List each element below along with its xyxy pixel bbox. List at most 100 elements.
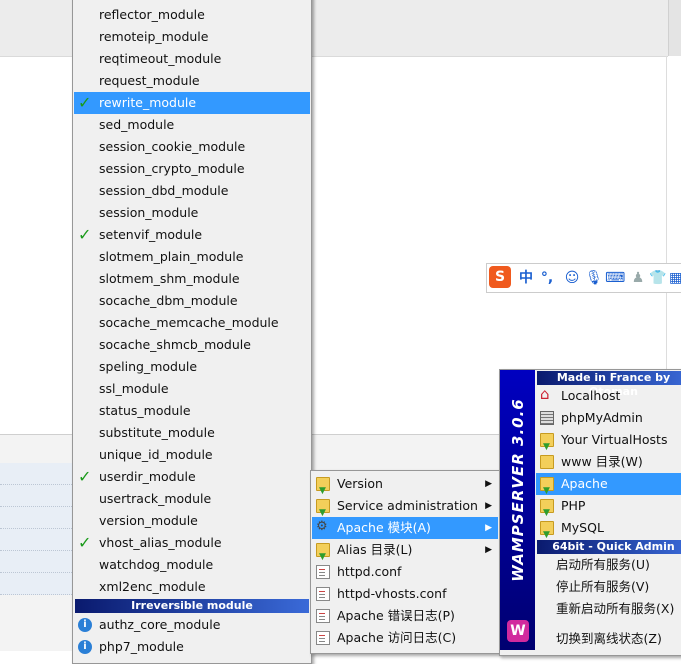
quick-admin-header: 64bit - Quick Admin (537, 540, 681, 554)
module-item-socache-shmcb-module[interactable]: socache_shmcb_module (74, 334, 310, 356)
wamp-menu-item-3-label: www 目录(W) (561, 454, 643, 469)
module-item-unique-id-module[interactable]: unique_id_module (74, 444, 310, 466)
sogou-logo-icon[interactable]: S (489, 266, 511, 288)
folder-arrow-icon: ▼ (316, 543, 330, 562)
wamp-menu-item-1[interactable]: phpMyAdmin (536, 407, 681, 429)
wamp-admin-item-1-label: 停止所有服务(V) (556, 579, 650, 594)
module-item-setenvif-module[interactable]: setenvif_module ✓ (74, 224, 310, 246)
module-item-socache-shmcb-module-label: socache_shmcb_module (99, 337, 251, 352)
module-item-reflector-module[interactable]: reflector_module (74, 4, 310, 26)
wamp-admin-item-3[interactable]: 切换到离线状态(Z) (536, 628, 681, 650)
module-item-speling-module[interactable]: speling_module (74, 356, 310, 378)
module-item-rewrite-module[interactable]: rewrite_module ✓ (74, 92, 310, 114)
module-item-slotmem-plain-module[interactable]: slotmem_plain_module (74, 246, 310, 268)
module-item-reqtimeout-module-label: reqtimeout_module (99, 51, 222, 66)
module-item-sed-module[interactable]: sed_module (74, 114, 310, 136)
module-item-usertrack-module[interactable]: usertrack_module (74, 488, 310, 510)
module-item-socache-dbm-module[interactable]: socache_dbm_module (74, 290, 310, 312)
module-item-socache-dbm-module-label: socache_dbm_module (99, 293, 238, 308)
module-item-request-module-label: request_module (99, 73, 200, 88)
wamp-menu-item-6-label: MySQL (561, 520, 604, 535)
wamp-admin-item-1[interactable]: 停止所有服务(V) (536, 576, 681, 598)
apache-menu-item-6[interactable]: Apache 错误日志(P) (312, 605, 498, 627)
module-item-status-module[interactable]: status_module (74, 400, 310, 422)
module-item-session-cookie-module-label: session_cookie_module (99, 139, 246, 154)
document-icon (316, 631, 330, 645)
module-item-socache-memcache-module[interactable]: socache_memcache_module (74, 312, 310, 334)
module-item-watchdog-module[interactable]: watchdog_module (74, 554, 310, 576)
module-item-ssl-module[interactable]: ssl_module (74, 378, 310, 400)
module-item-vhost-alias-module[interactable]: vhost_alias_module ✓ (74, 532, 310, 554)
wamp-menu-item-2-label: Your VirtualHosts (561, 432, 668, 447)
folder-arrow-icon: ▼ (540, 521, 554, 540)
module-item-substitute-module-label: substitute_module (99, 425, 215, 440)
wamp-sidebar-title: WAMPSERVER 3.0.6 (500, 370, 535, 610)
emoji-icon[interactable]: ☺ (563, 268, 581, 288)
ime-punct-toggle[interactable]: °, (539, 268, 555, 288)
module-item-status-module-label: status_module (99, 403, 191, 418)
wamp-logo-icon: W (507, 620, 529, 642)
module-item-slotmem-plain-module-label: slotmem_plain_module (99, 249, 244, 264)
module-item-ssl-module-label: ssl_module (99, 381, 169, 396)
background-row (0, 463, 72, 485)
apache-menu-item-4-label: httpd.conf (337, 564, 402, 579)
apache-menu-item-0[interactable]: ▼ Version ▶ (312, 473, 498, 496)
submenu-arrow-icon: ▶ (485, 523, 492, 533)
apache-menu-item-7[interactable]: Apache 访问日志(C) (312, 627, 498, 649)
wamp-admin-item-2[interactable]: 重新启动所有服务(X) (536, 598, 681, 620)
wamp-menu-item-4[interactable]: ▼ Apache (536, 473, 681, 496)
irreversible-item-php7-module[interactable]: i php7_module (74, 636, 310, 658)
module-item-session-cookie-module[interactable]: session_cookie_module (74, 136, 310, 158)
folder-arrow-icon: ▼ (540, 477, 554, 496)
module-item-xml2enc-module[interactable]: xml2enc_module (74, 576, 310, 598)
shirt-icon[interactable]: 👕 (649, 268, 666, 288)
module-item-watchdog-module-label: watchdog_module (99, 557, 214, 572)
module-item-request-module[interactable]: request_module (74, 70, 310, 92)
wamp-menu-item-5[interactable]: ▼ PHP (536, 495, 681, 518)
wamp-menu-item-2[interactable]: ▼ Your VirtualHosts (536, 429, 681, 452)
folder-arrow-icon: ▼ (540, 433, 554, 452)
grid-icon[interactable]: ▦ (669, 268, 681, 288)
module-item-substitute-module[interactable]: substitute_module (74, 422, 310, 444)
module-item-userdir-module-label: userdir_module (99, 469, 196, 484)
keyboard-icon[interactable]: ⌨ (605, 268, 625, 288)
apache-menu-item-3[interactable]: ▼ Alias 目录(L) ▶ (312, 539, 498, 562)
module-item-userdir-module[interactable]: userdir_module ✓ (74, 466, 310, 488)
ime-mode-toggle[interactable]: 中 (517, 268, 535, 288)
wamp-menu-item-1-label: phpMyAdmin (561, 410, 643, 425)
module-item-session-dbd-module-label: session_dbd_module (99, 183, 229, 198)
wamp-admin-item-2-label: 重新启动所有服务(X) (556, 601, 675, 616)
wamp-menu-item-6[interactable]: ▼ MySQL (536, 517, 681, 540)
wamp-menu-item-4-label: Apache (561, 476, 608, 491)
wamp-menu-item-5-label: PHP (561, 498, 586, 513)
background-row (0, 507, 72, 529)
apache-menu-item-5-label: httpd-vhosts.conf (337, 586, 447, 601)
module-item-reqtimeout-module[interactable]: reqtimeout_module (74, 48, 310, 70)
module-item-remoteip-module[interactable]: remoteip_module (74, 26, 310, 48)
module-item-session-dbd-module[interactable]: session_dbd_module (74, 180, 310, 202)
irreversible-item-authz-core-module[interactable]: i authz_core_module (74, 614, 310, 636)
background-scrollbar[interactable] (668, 0, 681, 56)
irreversible-item-authz-core-module-label: authz_core_module (99, 617, 221, 632)
apache-submenu: ▼ Version ▶ ▼ Service administration ▶ ⚙ Apache… (310, 470, 500, 654)
module-item-session-module[interactable]: session_module (74, 202, 310, 224)
module-item-vhost-alias-module-label: vhost_alias_module (99, 535, 222, 550)
apache-menu-item-7-label: Apache 访问日志(C) (337, 630, 457, 645)
apache-menu-item-0-label: Version (337, 476, 383, 491)
module-item-session-crypto-module[interactable]: session_crypto_module (74, 158, 310, 180)
wamp-menu-item-0[interactable]: ⌂ Localhost (536, 385, 681, 407)
module-item-slotmem-shm-module[interactable]: slotmem_shm_module (74, 268, 310, 290)
irreversible-module-header: Irreversible module (75, 599, 309, 613)
mic-icon[interactable]: 🎙 (585, 268, 603, 288)
skin-icon[interactable]: ♟ (629, 268, 647, 288)
apache-menu-item-5[interactable]: httpd-vhosts.conf (312, 583, 498, 605)
submenu-arrow-icon: ▶ (485, 501, 492, 511)
wamp-admin-item-0[interactable]: 启动所有服务(U) (536, 554, 681, 576)
apache-menu-item-4[interactable]: httpd.conf (312, 561, 498, 583)
apache-menu-item-2[interactable]: ⚙ Apache 模块(A) ▶ (312, 517, 498, 539)
wamp-menu-item-3[interactable]: www 目录(W) (536, 451, 681, 473)
submenu-arrow-icon: ▶ (485, 545, 492, 555)
apache-menu-item-2-label: Apache 模块(A) (337, 520, 431, 535)
module-item-version-module[interactable]: version_module (74, 510, 310, 532)
apache-menu-item-1[interactable]: ▼ Service administration ▶ (312, 495, 498, 518)
